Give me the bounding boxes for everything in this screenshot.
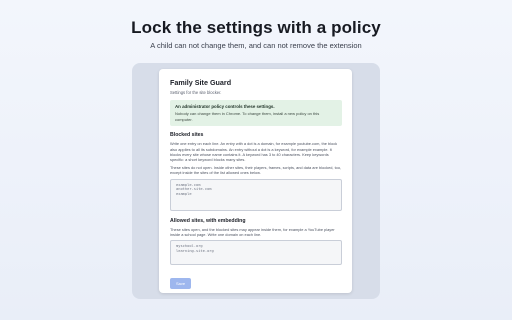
blocked-sites-description: Write one entry on each line. An entry w… [170,141,338,163]
blocked-sites-textarea[interactable]: example.com another-site.com example [170,178,342,211]
save-button[interactable]: Save [170,278,192,290]
page-subtitle: A child can not change them, and can not… [150,41,362,50]
settings-subtitle: Settings for the site blocker. [170,90,222,95]
allowed-site-entry: learning-site.org [176,249,214,254]
allowed-sites-heading: Allowed sites, with embedding [170,217,246,224]
blocked-site-entry: example [176,191,192,196]
settings-title: Family Site Guard [170,78,232,87]
allowed-sites-description: These sites open, and the blocked sites … [170,226,335,238]
policy-notice-title: An administrator policy controls these s… [175,104,275,109]
blocked-sites-heading: Blocked sites [170,132,204,139]
page-title: Lock the settings with a policy [131,18,381,37]
policy-notice: An administrator policy controls these s… [170,100,342,127]
blocked-sites-note: These sites do not open. Inside other si… [170,164,342,176]
allowed-sites-textarea[interactable]: myschool.org learning-site.org [170,240,342,266]
policy-notice-body: Nobody can change them in Chrome. To cha… [175,111,320,122]
settings-panel: Family Site Guard Settings for the site … [159,69,352,293]
